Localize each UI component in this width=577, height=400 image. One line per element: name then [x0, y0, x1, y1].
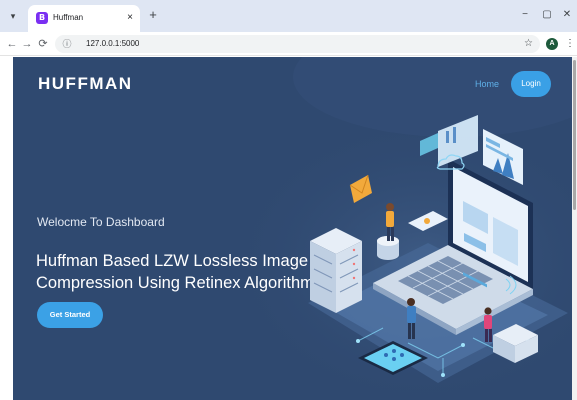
forward-button[interactable]: →: [20, 37, 34, 51]
maximize-button[interactable]: ▢: [538, 8, 556, 22]
nav-home-link[interactable]: Home: [475, 78, 499, 90]
favicon-icon: B: [36, 12, 48, 24]
window-close-button[interactable]: ✕: [558, 8, 576, 22]
bookmark-star-icon[interactable]: ☆: [524, 37, 533, 51]
page-content: HUFFMAN Home Login Welocme To Dashboard …: [13, 57, 572, 400]
tab-title: Huffman: [53, 13, 84, 22]
page-scrollbar-thumb[interactable]: [573, 60, 576, 210]
browser-tab[interactable]: B Huffman ×: [28, 5, 140, 32]
reload-button[interactable]: ⟳: [36, 37, 50, 51]
hero-headline: Huffman Based LZW Lossless Image Compres…: [36, 252, 314, 292]
browser-tab-bar: ▾ B Huffman × + − ▢ ✕: [0, 0, 577, 32]
tab-close-button[interactable]: ×: [124, 11, 136, 25]
site-info-icon[interactable]: ⓘ: [61, 38, 73, 50]
back-button[interactable]: ←: [5, 37, 19, 51]
hero-illustration: [308, 115, 568, 383]
login-button[interactable]: Login: [511, 71, 551, 97]
welcome-text: Welocme To Dashboard: [37, 215, 165, 229]
browser-toolbar: ← → ⟳ ⓘ 127.0.0.1:5000 ☆ A ⋮: [0, 32, 577, 56]
browser-menu-icon[interactable]: ⋮: [565, 37, 575, 51]
address-bar[interactable]: ⓘ 127.0.0.1:5000: [55, 35, 540, 53]
get-started-button[interactable]: Get Started: [37, 302, 103, 328]
new-tab-button[interactable]: +: [146, 8, 160, 22]
minimize-button[interactable]: −: [516, 8, 534, 22]
tab-list-button[interactable]: ▾: [6, 9, 20, 23]
profile-avatar[interactable]: A: [546, 38, 558, 50]
site-logo[interactable]: HUFFMAN: [38, 73, 133, 95]
url-text[interactable]: 127.0.0.1:5000: [86, 38, 139, 50]
